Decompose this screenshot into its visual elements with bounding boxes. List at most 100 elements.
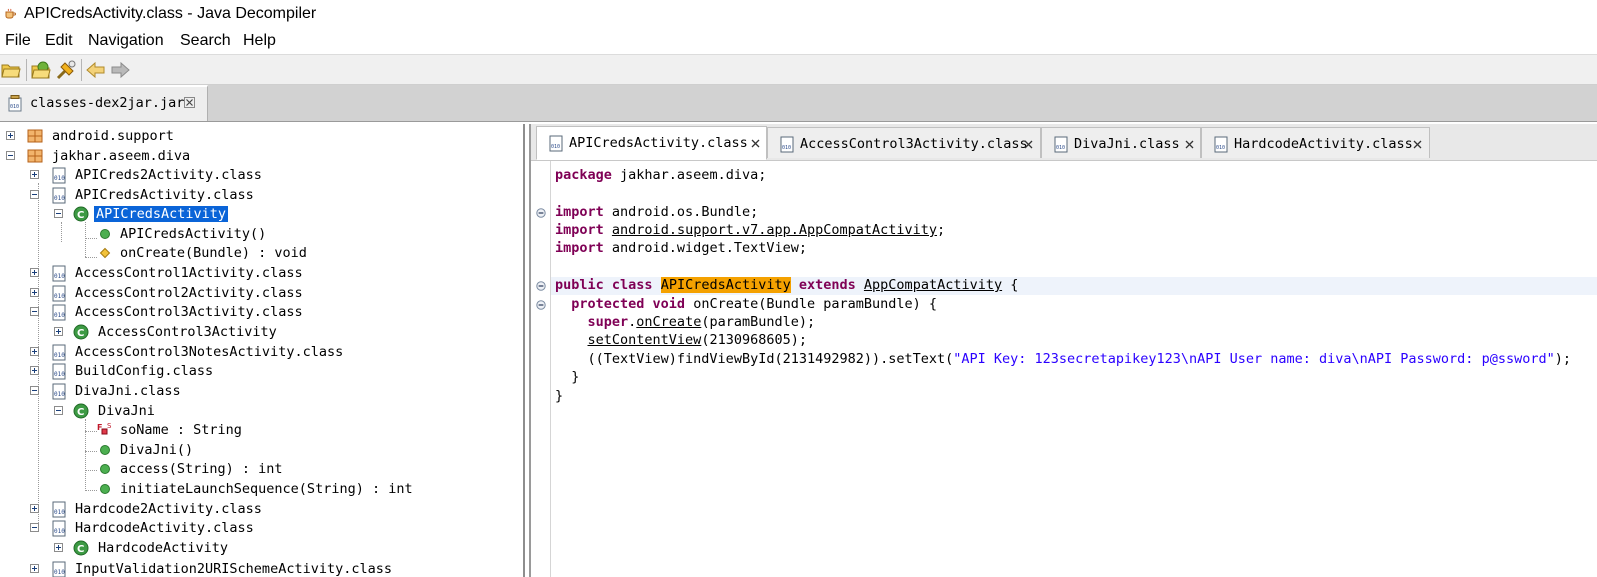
close-icon[interactable] [1023,139,1034,150]
collapse-icon[interactable] [30,307,39,316]
keyword: public class [555,277,653,293]
tree-node-class-file[interactable]: 010 AccessControl2Activity.class [0,284,523,303]
settext-suffix: ); [1554,351,1571,367]
tree-node-jakhar-aseem-diva[interactable]: jakhar.aseem.diva [0,147,523,166]
svg-text:C: C [77,544,84,555]
file-tab-classes-dex2jar[interactable]: 010 classes-dex2jar.jar [0,85,208,121]
code-line-package: package jakhar.aseem.diva; [555,167,766,185]
svg-text:010: 010 [54,312,65,319]
code-line-import: import android.os.Bundle; [555,204,758,222]
call-args: (2130968605); [701,332,807,348]
tree-node-class-file[interactable]: 010 BuildConfig.class [0,362,523,381]
tree-node-class[interactable]: C DivaJni [0,402,523,421]
class-file-icon: 010 [52,520,66,537]
tab-apicredsactivity-class[interactable]: 010 APICredsActivity.class [536,126,767,160]
brace: { [1002,277,1019,293]
svg-text:010: 010 [1056,145,1065,151]
collapse-icon[interactable] [54,209,63,218]
expand-icon[interactable] [30,564,39,573]
fold-collapse-icon[interactable] [536,208,546,218]
keyword: import [555,204,604,220]
tree-node-class-file[interactable]: 010 AccessControl1Activity.class [0,264,523,283]
menu-help[interactable]: Help [243,32,276,50]
close-icon[interactable] [750,138,761,149]
expand-icon[interactable] [30,288,39,297]
open-type-hierarchy-icon[interactable] [55,59,77,81]
tree-node-class-file[interactable]: 010 AccessControl3NotesActivity.class [0,343,523,362]
expand-icon[interactable] [6,131,15,140]
class-file-icon: 010 [52,265,66,282]
tree-node-class[interactable]: C AccessControl3Activity [0,323,523,342]
tree-node-method[interactable]: onCreate(Bundle) : void [0,244,523,263]
tab-divajni-class[interactable]: 010 DivaJni.class [1041,127,1201,158]
tree-node-class-file[interactable]: 010 DivaJni.class [0,382,523,401]
semicolon: ; [937,222,946,238]
code-line-setcontentview: setContentView(2130968605); [555,332,807,350]
jar-file-icon: 010 [8,95,22,112]
expand-icon[interactable] [30,268,39,277]
code-line-import: import android.widget.TextView; [555,240,807,258]
tree-node-class-file[interactable]: 010 APICredsActivity.class [0,186,523,205]
svg-text:010: 010 [54,273,65,280]
tree-node-class-file[interactable]: 010 APICreds2Activity.class [0,166,523,185]
call-args: (paramBundle); [701,314,816,330]
menu-navigation[interactable]: Navigation [88,32,164,50]
method-signature: onCreate(Bundle paramBundle) { [685,296,938,312]
expand-icon[interactable] [54,327,63,336]
collapse-icon[interactable] [30,523,39,532]
search-match-class-name[interactable]: APICredsActivity [660,277,791,293]
tree-node-class-file[interactable]: 010 AccessControl3Activity.class [0,303,523,322]
tree-node-method[interactable]: initiateLaunchSequence(String) : int [0,480,523,499]
tree-node-method[interactable]: DivaJni() [0,441,523,460]
class-file-icon: 010 [52,187,66,204]
tab-accesscontrol3activity-class[interactable]: 010 AccessControl3Activity.class [767,127,1041,158]
expand-icon[interactable] [30,170,39,179]
code-line-close-class: } [555,388,563,406]
tab-hardcodeactivity-class[interactable]: 010 HardcodeActivity.class [1201,127,1430,158]
menu-file[interactable]: File [5,32,31,50]
forward-arrow-icon[interactable] [109,59,131,81]
tree-node-field[interactable]: F S soName : String [0,421,523,440]
expand-icon[interactable] [30,347,39,356]
expand-icon[interactable] [54,543,63,552]
tree-node-class-file[interactable]: 010 Hardcode2Activity.class [0,500,523,519]
code-view[interactable]: package jakhar.aseem.diva; import androi… [551,161,1597,577]
open-type-icon[interactable] [30,59,52,81]
tree-node-class[interactable]: C HardcodeActivity [0,539,523,558]
tree-node-class-file[interactable]: 010 HardcodeActivity.class [0,519,523,538]
collapse-icon[interactable] [6,151,15,160]
tree-node-android-support[interactable]: android.support [0,127,523,146]
fold-collapse-icon[interactable] [536,300,546,310]
method-link-oncreate[interactable]: onCreate [636,314,701,330]
close-icon[interactable] [184,97,195,108]
tree-node-method[interactable]: APICredsActivity() [0,225,523,244]
tree-node-method[interactable]: access(String) : int [0,460,523,479]
file-tab-bar: 010 classes-dex2jar.jar [0,85,1597,122]
collapse-icon[interactable] [54,406,63,415]
method-link-setcontentview[interactable]: setContentView [588,332,702,348]
svg-text:C: C [77,210,84,221]
fold-collapse-icon[interactable] [536,281,546,291]
public-method-icon [100,229,110,239]
collapse-icon[interactable] [30,386,39,395]
svg-text:010: 010 [54,175,65,182]
keyword: package [555,167,612,183]
superclass-link[interactable]: AppCompatActivity [864,277,1002,293]
expand-icon[interactable] [30,366,39,375]
open-file-icon[interactable] [0,59,22,81]
package-tree[interactable]: android.support jakhar.aseem.diva 010 AP… [0,124,525,577]
import-link-appcompatactivity[interactable]: android.support.v7.app.AppCompatActivity [612,222,937,238]
back-arrow-icon[interactable] [85,59,107,81]
tree-node-class-file[interactable]: 010 InputValidation2URISchemeActivity.cl… [0,560,523,577]
svg-text:010: 010 [54,509,65,516]
close-icon[interactable] [1184,139,1195,150]
class-file-icon: 010 [52,304,66,321]
expand-icon[interactable] [30,504,39,513]
menu-edit[interactable]: Edit [45,32,73,50]
svg-text:010: 010 [551,144,560,150]
package-icon [27,149,43,163]
menu-search[interactable]: Search [180,32,231,50]
tree-node-class-apicredsactivity[interactable]: C APICredsActivity [0,205,523,224]
collapse-icon[interactable] [30,190,39,199]
close-icon[interactable] [1412,139,1423,150]
